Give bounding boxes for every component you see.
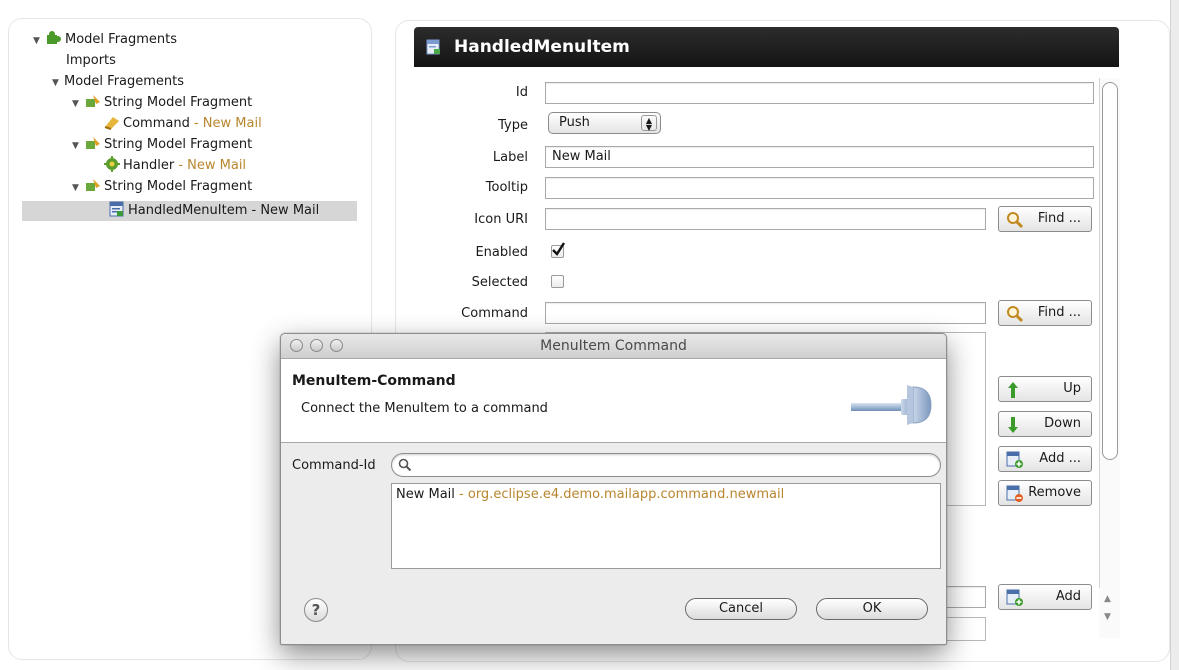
add-more-label: Add ... [1039, 451, 1081, 466]
tree-item-sublabel: - New Mail [189, 116, 262, 131]
tree-item-label: String Model Fragment [104, 179, 253, 194]
up-button[interactable]: Up [998, 376, 1092, 402]
tree-item-model-fragements[interactable]: ▼ Model Fragements [52, 72, 184, 92]
tree-item-string-model-fragment[interactable]: ▼ String Model Fragment [72, 177, 252, 197]
selected-checkbox[interactable] [551, 275, 564, 288]
remove-button[interactable]: Remove [998, 480, 1092, 506]
dialog-title: MenuItem Command [540, 338, 687, 354]
help-icon[interactable]: ? [304, 598, 328, 622]
down-label: Down [1044, 416, 1081, 431]
tree-item-label: Imports [66, 53, 116, 68]
small-scrollbar[interactable]: ▲ ▼ [1099, 588, 1119, 638]
add-item-icon [1006, 589, 1023, 606]
command-label: Command [461, 306, 528, 321]
fragment-icon [86, 179, 100, 191]
tree-item-label: HandledMenuItem - New Mail [128, 203, 320, 218]
expand-triangle-icon[interactable]: ▼ [33, 31, 43, 51]
scrollbar-thumb[interactable] [1102, 82, 1118, 460]
tree-item-handled-menu-item[interactable]: HandledMenuItem - New Mail [22, 201, 357, 221]
tree-item-sublabel: - New Mail [174, 158, 247, 173]
handler-gear-icon [104, 156, 120, 172]
arrow-down-icon [1008, 417, 1018, 433]
enabled-checkbox[interactable] [551, 242, 566, 258]
tree-item-string-model-fragment[interactable]: ▼ String Model Fragment [72, 135, 252, 155]
add-button[interactable]: Add [998, 584, 1092, 610]
result-name: New Mail [396, 487, 455, 502]
checkmark-icon [552, 242, 566, 256]
find-label: Find ... [1037, 305, 1081, 320]
command-id-search-input[interactable] [391, 453, 941, 477]
remove-item-icon [1006, 485, 1023, 502]
window-edge [1170, 0, 1179, 670]
dialog-description: Connect the MenuItem to a command [301, 401, 548, 416]
magnifier-icon [1007, 306, 1024, 323]
command-field[interactable] [545, 302, 986, 324]
selected-label: Selected [471, 275, 528, 290]
tooltip-field[interactable] [545, 177, 1094, 199]
add-ellipsis-button[interactable]: Add ... [998, 446, 1092, 472]
icon-uri-field[interactable] [545, 208, 986, 230]
find-label: Find ... [1037, 211, 1081, 226]
type-label: Type [498, 118, 528, 133]
result-detail: - org.eclipse.e4.demo.mailapp.command.ne… [454, 487, 785, 502]
add-item-icon [1006, 451, 1023, 468]
editor-title: HandledMenuItem [454, 37, 630, 57]
search-icon [398, 458, 412, 472]
dialog-heading: MenuItem-Command [292, 373, 456, 389]
tree-item-string-model-fragment[interactable]: ▼ String Model Fragment [72, 93, 252, 113]
command-id-label: Command-Id [292, 458, 376, 473]
tree-item-label: Model Fragements [64, 74, 185, 89]
command-find-button[interactable]: Find ... [998, 300, 1092, 326]
tree-item-label: Handler [123, 158, 175, 173]
fragment-icon [86, 95, 100, 107]
editor-header: HandledMenuItem [414, 27, 1119, 67]
tree-item-handler[interactable]: Handler - New Mail [103, 156, 246, 176]
tree-item-model-fragments[interactable]: ▼ Model Fragments [33, 30, 177, 50]
expand-triangle-icon[interactable]: ▼ [52, 73, 62, 93]
label-label: Label [492, 150, 528, 165]
tree-item-label: Command [123, 116, 190, 131]
ok-button[interactable]: OK [816, 598, 928, 620]
up-label: Up [1063, 381, 1081, 396]
menu-item-command-dialog: MenuItem Command MenuItem-Command Connec… [280, 333, 947, 645]
menu-item-icon [426, 39, 440, 55]
plug-connector-icon [851, 385, 932, 425]
scroll-up-arrow-icon[interactable]: ▲ [1104, 594, 1111, 604]
tree-item-label: Model Fragments [65, 32, 178, 47]
command-results-list[interactable]: New Mail - org.eclipse.e4.demo.mailapp.c… [391, 483, 941, 569]
list-item[interactable]: New Mail - org.eclipse.e4.demo.mailapp.c… [396, 487, 784, 502]
fragment-icon [86, 137, 100, 149]
tree-item-label: String Model Fragment [104, 95, 253, 110]
remove-label: Remove [1028, 485, 1081, 500]
enabled-label: Enabled [475, 245, 528, 260]
magnifier-icon [1007, 212, 1024, 229]
id-label: Id [515, 85, 528, 100]
add-label: Add [1055, 589, 1081, 604]
menu-item-icon [109, 201, 124, 217]
stepper-arrows-icon: ▲ ▼ [641, 115, 657, 132]
expand-triangle-icon[interactable]: ▼ [72, 136, 82, 156]
tree-item-label: String Model Fragment [104, 137, 253, 152]
type-select[interactable]: Push ▲ ▼ [548, 112, 661, 134]
cancel-button[interactable]: Cancel [685, 598, 797, 620]
dialog-banner: MenuItem-Command Connect the MenuItem to… [281, 359, 946, 443]
icon-find-button[interactable]: Find ... [998, 206, 1092, 232]
expand-triangle-icon[interactable]: ▼ [72, 94, 82, 114]
dialog-titlebar[interactable]: MenuItem Command [281, 334, 946, 359]
expand-triangle-icon[interactable]: ▼ [72, 178, 82, 198]
tooltip-label: Tooltip [485, 180, 528, 195]
icon-uri-label: Icon URI [474, 212, 528, 227]
arrow-up-icon [1008, 382, 1018, 398]
tree-item-imports[interactable]: Imports [66, 51, 116, 71]
type-select-value: Push [559, 115, 590, 130]
id-field[interactable] [545, 82, 1094, 104]
label-field[interactable]: New Mail [545, 146, 1094, 168]
editor-scrollbar[interactable] [1099, 78, 1120, 638]
tree-item-command[interactable]: Command - New Mail [103, 114, 262, 134]
scroll-down-arrow-icon[interactable]: ▼ [1104, 612, 1111, 622]
down-button[interactable]: Down [998, 411, 1092, 437]
puzzle-piece-icon [47, 31, 61, 44]
command-icon [104, 117, 119, 130]
